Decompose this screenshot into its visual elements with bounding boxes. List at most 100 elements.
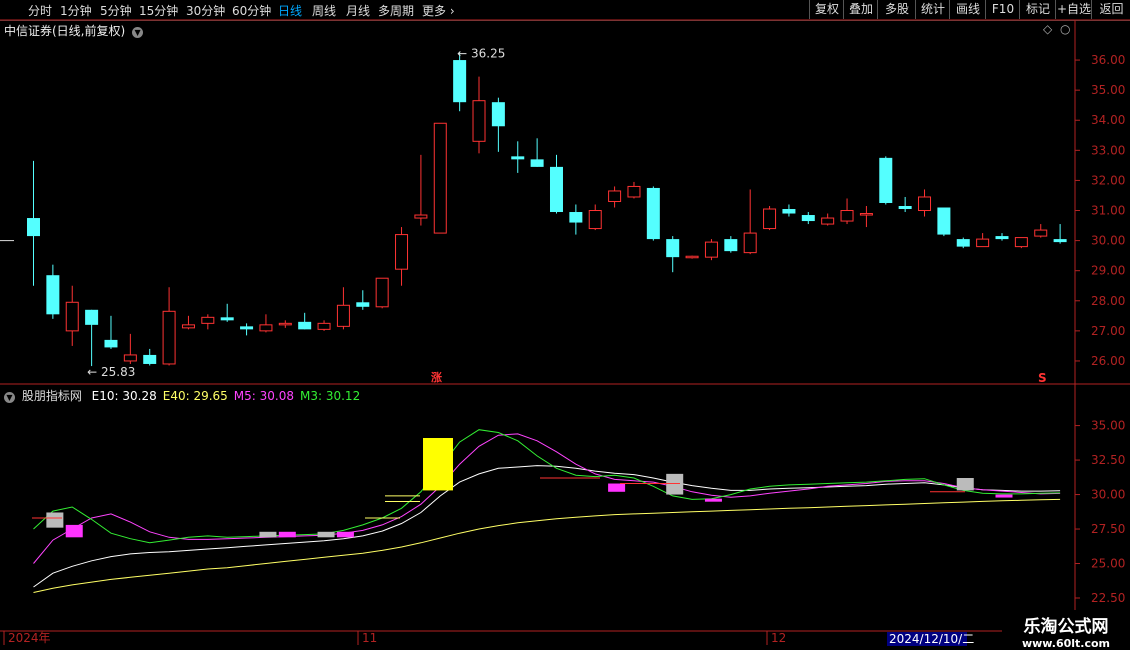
candle — [395, 227, 409, 286]
candle — [627, 181, 641, 199]
candle — [27, 160, 40, 286]
candle — [801, 212, 815, 225]
circle-icon[interactable]: ○ — [1060, 22, 1070, 36]
candle — [220, 303, 234, 322]
indicator-line-m5 — [33, 433, 1061, 564]
candle — [433, 122, 447, 234]
cursor-date: 2024/12/10/二 — [889, 632, 974, 646]
main-tick-label: 30.00 — [1091, 234, 1125, 248]
main-tick-label: 32.00 — [1091, 173, 1125, 187]
main-tick-label: 34.00 — [1091, 113, 1125, 127]
candle — [782, 204, 796, 217]
candle — [85, 309, 99, 367]
signal-block — [278, 531, 296, 538]
date-label: 11 — [362, 631, 377, 645]
sub-tick-label: 30.00 — [1091, 488, 1125, 502]
low-price-label: ← 25.83 — [87, 365, 135, 379]
candle — [918, 189, 932, 217]
candle — [298, 312, 312, 330]
candle — [724, 236, 738, 253]
candle — [278, 320, 292, 328]
candle — [453, 52, 467, 112]
candle — [859, 206, 873, 228]
date-label: 12 — [771, 631, 786, 645]
main-tick-label: 33.00 — [1091, 143, 1125, 157]
watermark-line1: 乐淘公式网 — [1023, 617, 1109, 637]
candle — [879, 156, 893, 205]
sub-tick-label: 32.50 — [1091, 453, 1125, 467]
main-tick-label: 27.00 — [1091, 324, 1125, 338]
candle — [763, 206, 777, 231]
signal-block — [704, 498, 722, 502]
candle — [937, 207, 951, 237]
candle — [375, 277, 389, 309]
watermark-line2: www.60lt.com — [1021, 637, 1111, 650]
candle — [666, 236, 680, 273]
indicator-line-e10 — [33, 465, 1061, 588]
signal-block — [423, 438, 453, 491]
candle — [123, 333, 137, 364]
candle — [356, 290, 370, 310]
signal-block — [995, 494, 1013, 498]
candle — [840, 198, 854, 225]
candle — [976, 233, 990, 248]
candle — [898, 196, 912, 213]
indicator-line-e40 — [33, 498, 1061, 593]
candle — [317, 320, 331, 331]
candle — [65, 285, 79, 346]
sub-tick-label: 25.00 — [1091, 557, 1125, 571]
candle — [240, 323, 254, 336]
signal-block — [608, 483, 626, 492]
candle — [821, 213, 835, 226]
main-tick-label: 28.00 — [1091, 294, 1125, 308]
candlestick-layer — [0, 52, 1067, 367]
candle — [472, 76, 486, 154]
candle — [685, 255, 699, 259]
candle — [1014, 237, 1028, 249]
watermark: 乐淘公式网 www.60lt.com — [1002, 610, 1130, 650]
date-label: 2024年 — [8, 631, 51, 645]
candle — [201, 314, 215, 330]
stock-chart[interactable]: 36.00 35.00 34.00 33.00 32.00 31.00 30.00 29.00… — [0, 0, 1130, 650]
candle — [569, 204, 583, 235]
candle — [588, 204, 602, 231]
signal-block — [956, 478, 974, 491]
candle — [646, 186, 660, 241]
s-marker: S — [1038, 371, 1047, 385]
main-tick-label: 29.00 — [1091, 264, 1125, 278]
candle — [530, 138, 544, 167]
candle — [104, 315, 118, 349]
candle — [549, 154, 563, 214]
main-tick-label: 26.00 — [1091, 354, 1125, 368]
main-tick-label: 36.00 — [1091, 53, 1125, 67]
candle — [414, 154, 428, 226]
sub-tick-label: 27.50 — [1091, 522, 1125, 536]
candle — [46, 264, 60, 319]
high-price-label: ← 36.25 — [457, 47, 505, 61]
candle — [956, 237, 970, 249]
candle — [259, 314, 273, 333]
candle — [143, 348, 157, 366]
signal-block — [666, 473, 684, 495]
candle — [336, 287, 350, 330]
candle — [704, 239, 718, 261]
signal-block — [65, 524, 83, 538]
candle — [608, 186, 622, 208]
main-tick-label: 31.00 — [1091, 204, 1125, 218]
candle — [181, 315, 195, 330]
signal-block — [336, 531, 354, 538]
sub-tick-label: 35.00 — [1091, 419, 1125, 433]
diamond-icon[interactable]: ◇ — [1043, 22, 1053, 36]
signal-block — [46, 512, 64, 528]
signal-block — [259, 531, 277, 538]
signal-block — [317, 531, 335, 538]
candle — [1034, 224, 1048, 238]
candle — [491, 97, 505, 152]
sub-tick-label: 22.50 — [1091, 591, 1125, 605]
indicator-layer — [32, 429, 1061, 593]
main-tick-label: 35.00 — [1091, 83, 1125, 97]
candle — [511, 141, 525, 173]
candle — [162, 287, 176, 366]
candle — [1053, 224, 1067, 244]
candle — [743, 189, 757, 255]
